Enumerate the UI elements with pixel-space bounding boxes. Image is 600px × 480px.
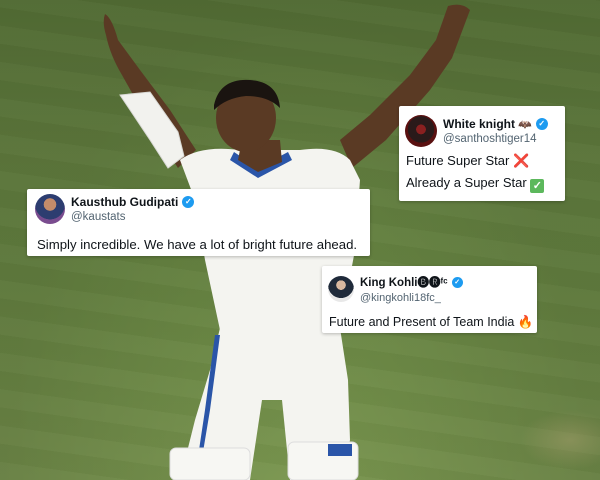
tweet-card-white-knight[interactable]: White knight 🦇 ✓ @santhoshtiger14 Future… xyxy=(399,106,565,201)
tweet-author: Kausthub Gudipati ✓ @kaustats xyxy=(71,195,195,223)
verified-badge-icon: ✓ xyxy=(535,118,548,130)
avatar[interactable] xyxy=(405,115,437,147)
fire-emoji-icon: 🔥 xyxy=(517,315,534,329)
display-name-row: King Kohli🅑🅡ᶠᶜ ✓ xyxy=(360,274,463,290)
display-name[interactable]: King Kohli🅑🅡ᶠᶜ xyxy=(360,274,448,290)
user-handle[interactable]: @kaustats xyxy=(71,211,194,223)
display-name-row: White knight 🦇 ✓ xyxy=(443,117,548,131)
tweet-text: Already a Super Star xyxy=(406,175,527,190)
user-handle[interactable]: @kingkohli18fc_ xyxy=(360,292,463,304)
tweet-header: King Kohli🅑🅡ᶠᶜ ✓ @kingkohli18fc_ xyxy=(328,274,531,304)
check-mark-icon: ✓ xyxy=(530,179,545,193)
tweet-header: White knight 🦇 ✓ @santhoshtiger14 xyxy=(405,115,559,147)
cross-mark-icon: ❌ xyxy=(512,153,530,168)
tweet-author: King Kohli🅑🅡ᶠᶜ ✓ @kingkohli18fc_ xyxy=(360,274,463,304)
tweet-header: Kausthub Gudipati ✓ @kaustats xyxy=(35,194,362,224)
tweet-text-line-1: Future Super Star ❌ xyxy=(405,153,559,169)
tweet-text: Simply incredible. We have a lot of brig… xyxy=(37,237,358,252)
display-name[interactable]: White knight xyxy=(443,117,515,131)
display-name[interactable]: Kausthub Gudipati xyxy=(71,195,178,209)
verified-badge-icon: ✓ xyxy=(451,276,463,288)
tweet-card-king-kohli[interactable]: King Kohli🅑🅡ᶠᶜ ✓ @kingkohli18fc_ Future … xyxy=(322,266,537,333)
avatar[interactable] xyxy=(35,194,65,224)
tweet-author: White knight 🦇 ✓ @santhoshtiger14 xyxy=(443,117,548,145)
tweet-text-line-2: Already a Super Star ✓ xyxy=(405,175,559,193)
tweet-text: Future Super Star xyxy=(406,153,510,168)
avatar[interactable] xyxy=(328,276,354,302)
bat-emoji-icon: 🦇 xyxy=(518,118,532,131)
user-handle[interactable]: @santhoshtiger14 xyxy=(443,133,548,145)
tweet-text: Future and Present of Team India xyxy=(329,315,515,329)
tweet-text-row: Future and Present of Team India 🔥 xyxy=(328,315,534,330)
tweet-card-kausthub[interactable]: Kausthub Gudipati ✓ @kaustats Simply inc… xyxy=(27,189,370,256)
display-name-row: Kausthub Gudipati ✓ xyxy=(71,195,195,209)
verified-badge-icon: ✓ xyxy=(182,196,195,208)
